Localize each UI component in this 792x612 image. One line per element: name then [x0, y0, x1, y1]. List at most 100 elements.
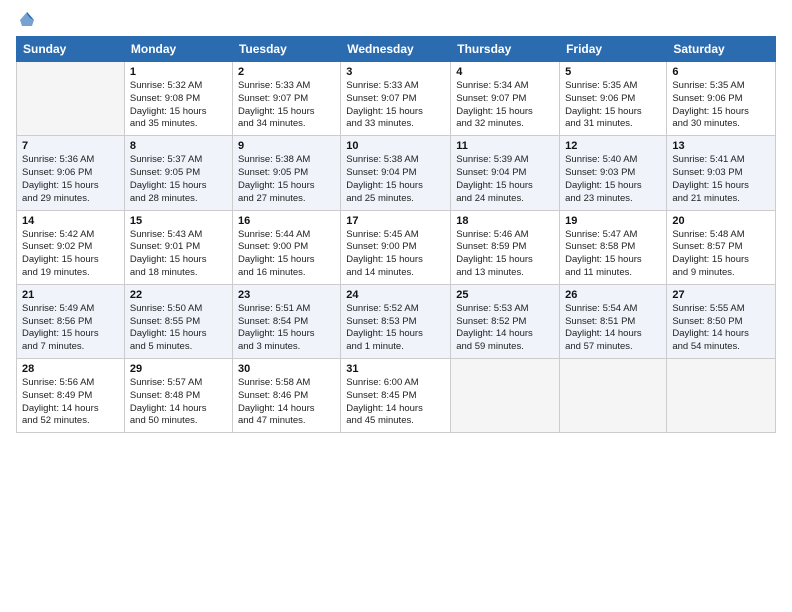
day-info: Sunrise: 5:41 AM Sunset: 9:03 PM Dayligh…	[672, 154, 770, 205]
day-info: Sunrise: 5:42 AM Sunset: 9:02 PM Dayligh…	[22, 229, 119, 280]
calendar-cell: 7 Sunrise: 5:36 AM Sunset: 9:06 PM Daylig…	[17, 136, 125, 210]
calendar-cell: 4 Sunrise: 5:34 AM Sunset: 9:07 PM Daylig…	[451, 62, 560, 136]
day-number: 29	[130, 363, 227, 375]
calendar-cell: 22Sunrise: 5:50 AM Sunset: 8:55 PM Dayli…	[124, 284, 232, 358]
calendar-cell	[451, 359, 560, 433]
day-number: 6	[672, 66, 770, 78]
day-info: Sunrise: 5:38 AM Sunset: 9:04 PM Dayligh…	[346, 154, 445, 205]
weekday-header-tuesday: Tuesday	[232, 37, 340, 62]
day-info: Sunrise: 5:58 AM Sunset: 8:46 PM Dayligh…	[238, 377, 335, 428]
day-number: 13	[672, 140, 770, 152]
weekday-header-sunday: Sunday	[17, 37, 125, 62]
day-info: Sunrise: 5:32 AM Sunset: 9:08 PM Dayligh…	[130, 80, 227, 131]
day-info: Sunrise: 5:38 AM Sunset: 9:05 PM Dayligh…	[238, 154, 335, 205]
day-info: Sunrise: 5:47 AM Sunset: 8:58 PM Dayligh…	[565, 229, 661, 280]
day-number: 18	[456, 215, 554, 227]
day-number: 16	[238, 215, 335, 227]
day-info: Sunrise: 5:48 AM Sunset: 8:57 PM Dayligh…	[672, 229, 770, 280]
day-number: 5	[565, 66, 661, 78]
day-info: Sunrise: 5:37 AM Sunset: 9:05 PM Dayligh…	[130, 154, 227, 205]
logo-text	[16, 10, 36, 28]
day-info: Sunrise: 5:44 AM Sunset: 9:00 PM Dayligh…	[238, 229, 335, 280]
day-info: Sunrise: 5:39 AM Sunset: 9:04 PM Dayligh…	[456, 154, 554, 205]
day-info: Sunrise: 6:00 AM Sunset: 8:45 PM Dayligh…	[346, 377, 445, 428]
day-number: 17	[346, 215, 445, 227]
page: SundayMondayTuesdayWednesdayThursdayFrid…	[0, 0, 792, 612]
day-info: Sunrise: 5:46 AM Sunset: 8:59 PM Dayligh…	[456, 229, 554, 280]
calendar-cell: 26 Sunrise: 5:54 AM Sunset: 8:51 PM Dayli…	[560, 284, 667, 358]
day-info: Sunrise: 5:34 AM Sunset: 9:07 PM Dayligh…	[456, 80, 554, 131]
day-info: Sunrise: 5:53 AM Sunset: 8:52 PM Dayligh…	[456, 303, 554, 354]
weekday-header-monday: Monday	[124, 37, 232, 62]
calendar-cell: 30 Sunrise: 5:58 AM Sunset: 8:46 PM Dayli…	[232, 359, 340, 433]
weekday-header-wednesday: Wednesday	[341, 37, 451, 62]
calendar-cell: 10 Sunrise: 5:38 AM Sunset: 9:04 PM Dayli…	[341, 136, 451, 210]
calendar-cell: 14 Sunrise: 5:42 AM Sunset: 9:02 PM Dayli…	[17, 210, 125, 284]
day-number: 10	[346, 140, 445, 152]
day-number: 27	[672, 289, 770, 301]
day-number: 24	[346, 289, 445, 301]
day-number: 9	[238, 140, 335, 152]
day-number: 7	[22, 140, 119, 152]
calendar-cell: 12 Sunrise: 5:40 AM Sunset: 9:03 PM Dayli…	[560, 136, 667, 210]
calendar-cell: 11 Sunrise: 5:39 AM Sunset: 9:04 PM Dayli…	[451, 136, 560, 210]
day-info: Sunrise: 5:35 AM Sunset: 9:06 PM Dayligh…	[565, 80, 661, 131]
calendar-cell: 20Sunrise: 5:48 AM Sunset: 8:57 PM Dayli…	[667, 210, 776, 284]
day-number: 28	[22, 363, 119, 375]
calendar-cell: 27 Sunrise: 5:55 AM Sunset: 8:50 PM Dayli…	[667, 284, 776, 358]
calendar-cell: 21Sunrise: 5:49 AM Sunset: 8:56 PM Dayli…	[17, 284, 125, 358]
day-info: Sunrise: 5:54 AM Sunset: 8:51 PM Dayligh…	[565, 303, 661, 354]
day-info: Sunrise: 5:33 AM Sunset: 9:07 PM Dayligh…	[238, 80, 335, 131]
day-info: Sunrise: 5:51 AM Sunset: 8:54 PM Dayligh…	[238, 303, 335, 354]
calendar-week-row: 28 Sunrise: 5:56 AM Sunset: 8:49 PM Dayli…	[17, 359, 776, 433]
day-info: Sunrise: 5:57 AM Sunset: 8:48 PM Dayligh…	[130, 377, 227, 428]
calendar-cell: 9 Sunrise: 5:38 AM Sunset: 9:05 PM Daylig…	[232, 136, 340, 210]
logo-icon	[18, 10, 36, 28]
day-number: 26	[565, 289, 661, 301]
day-info: Sunrise: 5:36 AM Sunset: 9:06 PM Dayligh…	[22, 154, 119, 205]
calendar-cell: 31Sunrise: 6:00 AM Sunset: 8:45 PM Dayli…	[341, 359, 451, 433]
weekday-header-saturday: Saturday	[667, 37, 776, 62]
calendar-cell: 19Sunrise: 5:47 AM Sunset: 8:58 PM Dayli…	[560, 210, 667, 284]
day-number: 11	[456, 140, 554, 152]
day-info: Sunrise: 5:43 AM Sunset: 9:01 PM Dayligh…	[130, 229, 227, 280]
calendar-week-row: 14 Sunrise: 5:42 AM Sunset: 9:02 PM Dayli…	[17, 210, 776, 284]
calendar-cell: 23 Sunrise: 5:51 AM Sunset: 8:54 PM Dayli…	[232, 284, 340, 358]
calendar-header-row: SundayMondayTuesdayWednesdayThursdayFrid…	[17, 37, 776, 62]
calendar-cell	[560, 359, 667, 433]
calendar-cell: 8 Sunrise: 5:37 AM Sunset: 9:05 PM Daylig…	[124, 136, 232, 210]
calendar-cell: 29 Sunrise: 5:57 AM Sunset: 8:48 PM Dayli…	[124, 359, 232, 433]
calendar-cell: 24 Sunrise: 5:52 AM Sunset: 8:53 PM Dayli…	[341, 284, 451, 358]
day-number: 25	[456, 289, 554, 301]
day-number: 22	[130, 289, 227, 301]
day-info: Sunrise: 5:56 AM Sunset: 8:49 PM Dayligh…	[22, 377, 119, 428]
day-info: Sunrise: 5:49 AM Sunset: 8:56 PM Dayligh…	[22, 303, 119, 354]
day-info: Sunrise: 5:55 AM Sunset: 8:50 PM Dayligh…	[672, 303, 770, 354]
day-info: Sunrise: 5:45 AM Sunset: 9:00 PM Dayligh…	[346, 229, 445, 280]
day-number: 23	[238, 289, 335, 301]
day-number: 12	[565, 140, 661, 152]
calendar-week-row: 21Sunrise: 5:49 AM Sunset: 8:56 PM Dayli…	[17, 284, 776, 358]
day-number: 3	[346, 66, 445, 78]
calendar-cell: 15 Sunrise: 5:43 AM Sunset: 9:01 PM Dayli…	[124, 210, 232, 284]
day-number: 14	[22, 215, 119, 227]
day-number: 30	[238, 363, 335, 375]
day-info: Sunrise: 5:35 AM Sunset: 9:06 PM Dayligh…	[672, 80, 770, 131]
calendar-cell: 16 Sunrise: 5:44 AM Sunset: 9:00 PM Dayli…	[232, 210, 340, 284]
calendar-cell: 2 Sunrise: 5:33 AM Sunset: 9:07 PM Daylig…	[232, 62, 340, 136]
day-number: 2	[238, 66, 335, 78]
weekday-header-friday: Friday	[560, 37, 667, 62]
day-info: Sunrise: 5:40 AM Sunset: 9:03 PM Dayligh…	[565, 154, 661, 205]
logo	[16, 10, 36, 28]
calendar-cell	[667, 359, 776, 433]
calendar-cell: 13 Sunrise: 5:41 AM Sunset: 9:03 PM Dayli…	[667, 136, 776, 210]
calendar-cell: 28 Sunrise: 5:56 AM Sunset: 8:49 PM Dayli…	[17, 359, 125, 433]
day-number: 15	[130, 215, 227, 227]
calendar-cell: 5 Sunrise: 5:35 AM Sunset: 9:06 PM Daylig…	[560, 62, 667, 136]
day-number: 8	[130, 140, 227, 152]
day-number: 4	[456, 66, 554, 78]
day-info: Sunrise: 5:52 AM Sunset: 8:53 PM Dayligh…	[346, 303, 445, 354]
calendar-table: SundayMondayTuesdayWednesdayThursdayFrid…	[16, 36, 776, 433]
calendar-cell: 6 Sunrise: 5:35 AM Sunset: 9:06 PM Daylig…	[667, 62, 776, 136]
calendar-cell: 17 Sunrise: 5:45 AM Sunset: 9:00 PM Dayli…	[341, 210, 451, 284]
